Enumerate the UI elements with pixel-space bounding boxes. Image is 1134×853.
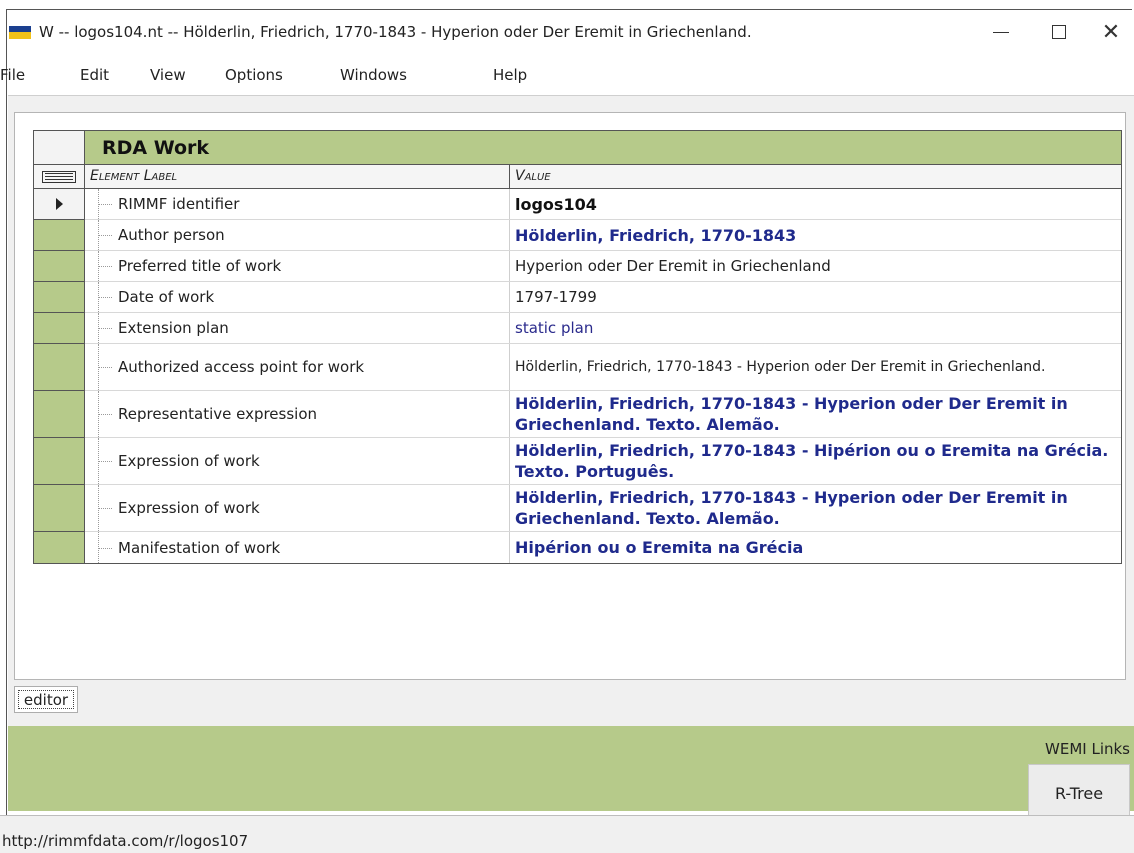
column-header-value[interactable]: Value <box>510 165 1121 188</box>
value-cell[interactable]: Hölderlin, Friedrich, 1770-1843 - Hyperi… <box>510 485 1121 531</box>
maximize-icon <box>1052 25 1066 39</box>
value-cell[interactable]: Hölderlin, Friedrich, 1770-1843 <box>510 220 1121 250</box>
value-link[interactable]: Hipérion ou o Eremita na Grécia <box>515 538 803 557</box>
lines-icon <box>42 170 76 183</box>
row-indicator[interactable] <box>34 485 85 532</box>
element-label: Manifestation of work <box>118 538 281 557</box>
menu-view[interactable]: View <box>150 66 186 84</box>
wemi-links-panel: WEMI Links R-Tree <box>8 726 1134 822</box>
menu-options[interactable]: Options <box>225 66 283 84</box>
value-cell[interactable]: Hyperion oder Der Eremit in Griechenland <box>510 251 1121 281</box>
table-row[interactable]: Representative expression Hölderlin, Fri… <box>34 391 1121 438</box>
row-indicator[interactable] <box>34 313 85 344</box>
column-header-label[interactable]: Element Label <box>85 165 510 188</box>
value-text: logos104 <box>515 194 597 214</box>
element-label: Author person <box>118 226 225 244</box>
value-cell[interactable]: logos104 <box>510 189 1121 219</box>
table-row[interactable]: Extension plan static plan <box>34 313 1121 344</box>
row-indicator[interactable] <box>34 220 85 251</box>
table-row[interactable]: RIMMF identifier logos104 <box>34 189 1121 220</box>
table-row[interactable]: Expression of work Hölderlin, Friedrich,… <box>34 485 1121 532</box>
menu-help[interactable]: Help <box>493 66 527 84</box>
table-row[interactable]: Manifestation of work Hipérion ou o Erem… <box>34 532 1121 564</box>
element-label: Preferred title of work <box>118 257 282 275</box>
element-label-cell[interactable]: RIMMF identifier <box>85 189 510 219</box>
grid-header-row: Element Label Value <box>34 165 1121 189</box>
value-cell[interactable]: Hipérion ou o Eremita na Grécia <box>510 532 1121 563</box>
element-label-cell[interactable]: Extension plan <box>85 313 510 343</box>
row-indicator[interactable] <box>34 282 85 313</box>
element-label-cell[interactable]: Expression of work <box>85 438 510 484</box>
row-indicator[interactable] <box>34 391 85 438</box>
row-indicator[interactable] <box>34 438 85 485</box>
value-cell[interactable]: static plan <box>510 313 1121 343</box>
window-title: W -- logos104.nt -- Hölderlin, Friedrich… <box>39 23 752 41</box>
tab-editor[interactable]: editor <box>14 686 78 713</box>
element-label-cell[interactable]: Representative expression <box>85 391 510 437</box>
tab-editor-label: editor <box>18 690 74 709</box>
table-row[interactable]: Preferred title of work Hyperion oder De… <box>34 251 1121 282</box>
value-link[interactable]: static plan <box>515 319 593 337</box>
editor-panel: RDA Work Element Label Value RIMMF ident… <box>14 112 1126 680</box>
element-label-cell[interactable]: Author person <box>85 220 510 250</box>
status-url: http://rimmfdata.com/r/logos107 <box>2 832 249 850</box>
element-label: Date of work <box>118 288 215 306</box>
tab-strip: editor <box>12 684 1134 714</box>
grid-title: RDA Work <box>102 137 210 159</box>
value-text: Hyperion oder Der Eremit in Griechenland <box>515 257 831 275</box>
grid-corner <box>34 131 85 164</box>
grid-title-row: RDA Work <box>34 131 1121 165</box>
table-row[interactable]: Authorized access point for work Hölderl… <box>34 344 1121 391</box>
menu-edit[interactable]: Edit <box>80 66 109 84</box>
grid-menu-button[interactable] <box>34 165 85 188</box>
menu-file[interactable]: File <box>0 66 25 84</box>
value-link[interactable]: Hölderlin, Friedrich, 1770-1843 - Hyperi… <box>515 393 1113 435</box>
table-row[interactable]: Date of work 1797-1799 <box>34 282 1121 313</box>
value-cell[interactable]: Hölderlin, Friedrich, 1770-1843 - Hyperi… <box>510 391 1121 437</box>
app-flag-icon <box>9 25 31 39</box>
menu-windows[interactable]: Windows <box>340 66 407 84</box>
rda-work-grid: RDA Work Element Label Value RIMMF ident… <box>33 130 1122 564</box>
value-cell[interactable]: 1797-1799 <box>510 282 1121 312</box>
element-label: Representative expression <box>118 405 318 423</box>
element-label: Authorized access point for work <box>118 358 365 376</box>
row-indicator[interactable] <box>34 344 85 391</box>
element-label: Expression of work <box>118 452 260 470</box>
value-text: Hölderlin, Friedrich, 1770-1843 - Hyperi… <box>515 358 1046 375</box>
element-label-cell[interactable]: Expression of work <box>85 485 510 531</box>
value-cell[interactable]: Hölderlin, Friedrich, 1770-1843 - Hipéri… <box>510 438 1121 484</box>
r-tree-button[interactable]: R-Tree <box>1028 764 1130 822</box>
wemi-links-label: WEMI Links <box>1045 740 1130 758</box>
value-link[interactable]: Hölderlin, Friedrich, 1770-1843 <box>515 226 796 245</box>
element-label: Expression of work <box>118 499 260 517</box>
maximize-button[interactable] <box>1030 10 1088 54</box>
status-bar: http://rimmfdata.com/r/logos107 <box>0 815 1134 853</box>
value-link[interactable]: Hölderlin, Friedrich, 1770-1843 - Hyperi… <box>515 487 1113 529</box>
element-label: Extension plan <box>118 319 229 337</box>
menu-bar: File Edit View Options Windows Help <box>0 58 1134 92</box>
element-label: RIMMF identifier <box>118 195 240 213</box>
table-row[interactable]: Author person Hölderlin, Friedrich, 1770… <box>34 220 1121 251</box>
row-indicator[interactable] <box>34 251 85 282</box>
value-link[interactable]: Hölderlin, Friedrich, 1770-1843 - Hipéri… <box>515 440 1113 482</box>
title-bar[interactable]: W -- logos104.nt -- Hölderlin, Friedrich… <box>7 10 1134 54</box>
value-cell[interactable]: Hölderlin, Friedrich, 1770-1843 - Hyperi… <box>510 344 1121 390</box>
row-indicator[interactable] <box>34 532 85 564</box>
minimize-icon <box>993 31 1009 33</box>
element-label-cell[interactable]: Manifestation of work <box>85 532 510 563</box>
value-text: 1797-1799 <box>515 288 597 306</box>
table-row[interactable]: Expression of work Hölderlin, Friedrich,… <box>34 438 1121 485</box>
window-controls: ✕ <box>972 10 1134 54</box>
row-indicator[interactable] <box>34 189 85 220</box>
element-label-cell[interactable]: Date of work <box>85 282 510 312</box>
element-label-cell[interactable]: Authorized access point for work <box>85 344 510 390</box>
minimize-button[interactable] <box>972 10 1030 54</box>
current-row-arrow-icon <box>55 198 63 210</box>
close-icon: ✕ <box>1101 19 1121 45</box>
element-label-cell[interactable]: Preferred title of work <box>85 251 510 281</box>
close-button[interactable]: ✕ <box>1088 10 1134 54</box>
